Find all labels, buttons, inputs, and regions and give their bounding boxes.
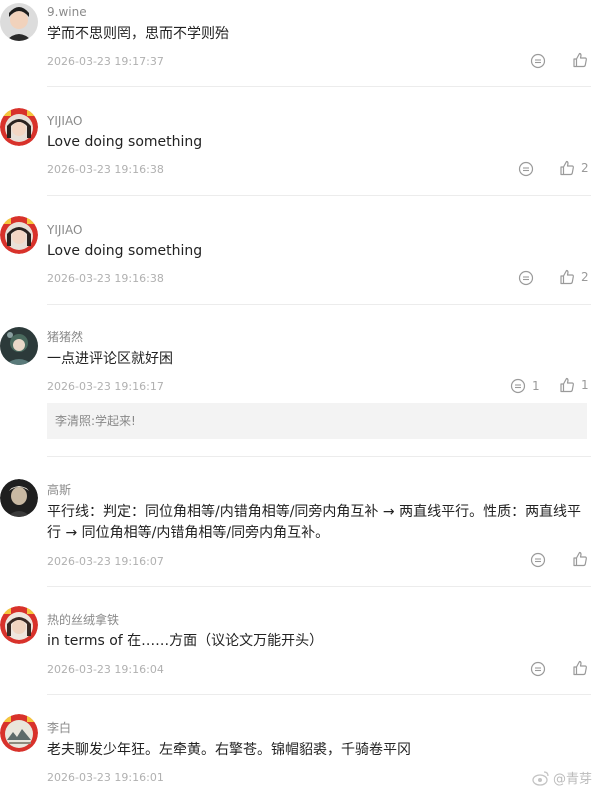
comment-bubble-icon: [530, 661, 546, 677]
comment-text: Love doing something: [47, 243, 203, 259]
like-count: 2: [581, 161, 589, 175]
divider: [47, 694, 591, 695]
comment-text: 一点进评论区就好困: [47, 351, 173, 367]
comment-text: 学而不思则罔，思而不学则殆: [47, 26, 229, 42]
comment-bubble-icon: [530, 53, 546, 69]
comment-time: 2026-03-23 19:16:07: [47, 555, 164, 568]
comment-time: 2026-03-23 19:16:04: [47, 663, 164, 676]
comment-time: 2026-03-23 19:16:17: [47, 380, 164, 393]
avatar[interactable]: [0, 479, 38, 517]
comment-bubble-icon: [518, 270, 534, 286]
like-button[interactable]: [572, 551, 588, 567]
comment-author[interactable]: 李白: [47, 720, 71, 736]
girl-festive-avatar-icon: [0, 606, 38, 644]
like-button[interactable]: 1: [559, 377, 589, 393]
comment-bubble-icon: [518, 161, 534, 177]
comment-bubble-icon: [530, 552, 546, 568]
reply-button[interactable]: [518, 270, 534, 286]
comment-text: Love doing something: [47, 134, 203, 150]
like-button[interactable]: [572, 52, 588, 68]
avatar[interactable]: [0, 3, 38, 41]
avatar[interactable]: [0, 216, 38, 254]
comment-text: 平行线：判定：同位角相等/内错角相等/同旁内角互补 → 两直线平行。性质：两直线…: [47, 504, 582, 541]
like-button[interactable]: 2: [559, 269, 589, 285]
avatar[interactable]: [0, 327, 38, 365]
comment-text: 老夫聊发少年狂。左牵黄。右擎苍。锦帽貂裘，千骑卷平冈: [47, 742, 411, 758]
comment-author[interactable]: 9.wine: [47, 4, 87, 20]
reply-preview[interactable]: 李清照:学起来!: [47, 403, 587, 439]
avatar[interactable]: [0, 714, 38, 752]
weibo-logo-icon: [532, 770, 549, 786]
boy-avatar-icon: [0, 3, 38, 41]
reply-button[interactable]: 1: [510, 378, 540, 394]
girl-festive-avatar-icon: [0, 108, 38, 146]
comment-time: 2026-03-23 19:17:37: [47, 55, 164, 68]
reply-button[interactable]: [530, 552, 546, 568]
portrait-avatar-icon: [0, 479, 38, 517]
divider: [47, 86, 591, 87]
comment-author[interactable]: 热的丝绒拿铁: [47, 612, 119, 628]
thumbs-up-icon: [560, 269, 574, 285]
anime-avatar-icon: [0, 327, 38, 365]
like-count: 1: [581, 378, 589, 392]
thumbs-up-icon: [573, 52, 587, 68]
comment-time: 2026-03-23 19:16:38: [47, 272, 164, 285]
comment-author[interactable]: 高斯: [47, 482, 71, 498]
thumbs-up-icon: [573, 660, 587, 676]
thumbs-up-icon: [560, 160, 574, 176]
watermark: @青芽: [532, 768, 592, 787]
avatar[interactable]: [0, 606, 38, 644]
reply-button[interactable]: [530, 53, 546, 69]
divider: [47, 586, 591, 587]
reply-button[interactable]: [530, 661, 546, 677]
comment-author[interactable]: YIJIAO: [47, 222, 82, 238]
like-count: 2: [581, 270, 589, 284]
like-button[interactable]: 2: [559, 160, 589, 176]
comment-text: in terms of 在……方面（议论文万能开头）: [47, 633, 324, 649]
reply-count: 1: [532, 379, 540, 393]
comment-bubble-icon: [510, 378, 526, 394]
painting-festive-avatar-icon: [0, 714, 38, 752]
comment-author[interactable]: 猪猪然: [47, 329, 83, 345]
comment-author[interactable]: YIJIAO: [47, 113, 82, 129]
avatar[interactable]: [0, 108, 38, 146]
divider: [47, 304, 591, 305]
thumbs-up-icon: [573, 551, 587, 567]
comment-time: 2026-03-23 19:16:38: [47, 163, 164, 176]
watermark-text: @青芽: [553, 772, 593, 787]
comment-time: 2026-03-23 19:16:01: [47, 771, 164, 784]
divider: [47, 195, 591, 196]
thumbs-up-icon: [560, 377, 574, 393]
reply-button[interactable]: [518, 161, 534, 177]
divider: [47, 456, 591, 457]
girl-festive-avatar-icon: [0, 216, 38, 254]
like-button[interactable]: [572, 660, 588, 676]
